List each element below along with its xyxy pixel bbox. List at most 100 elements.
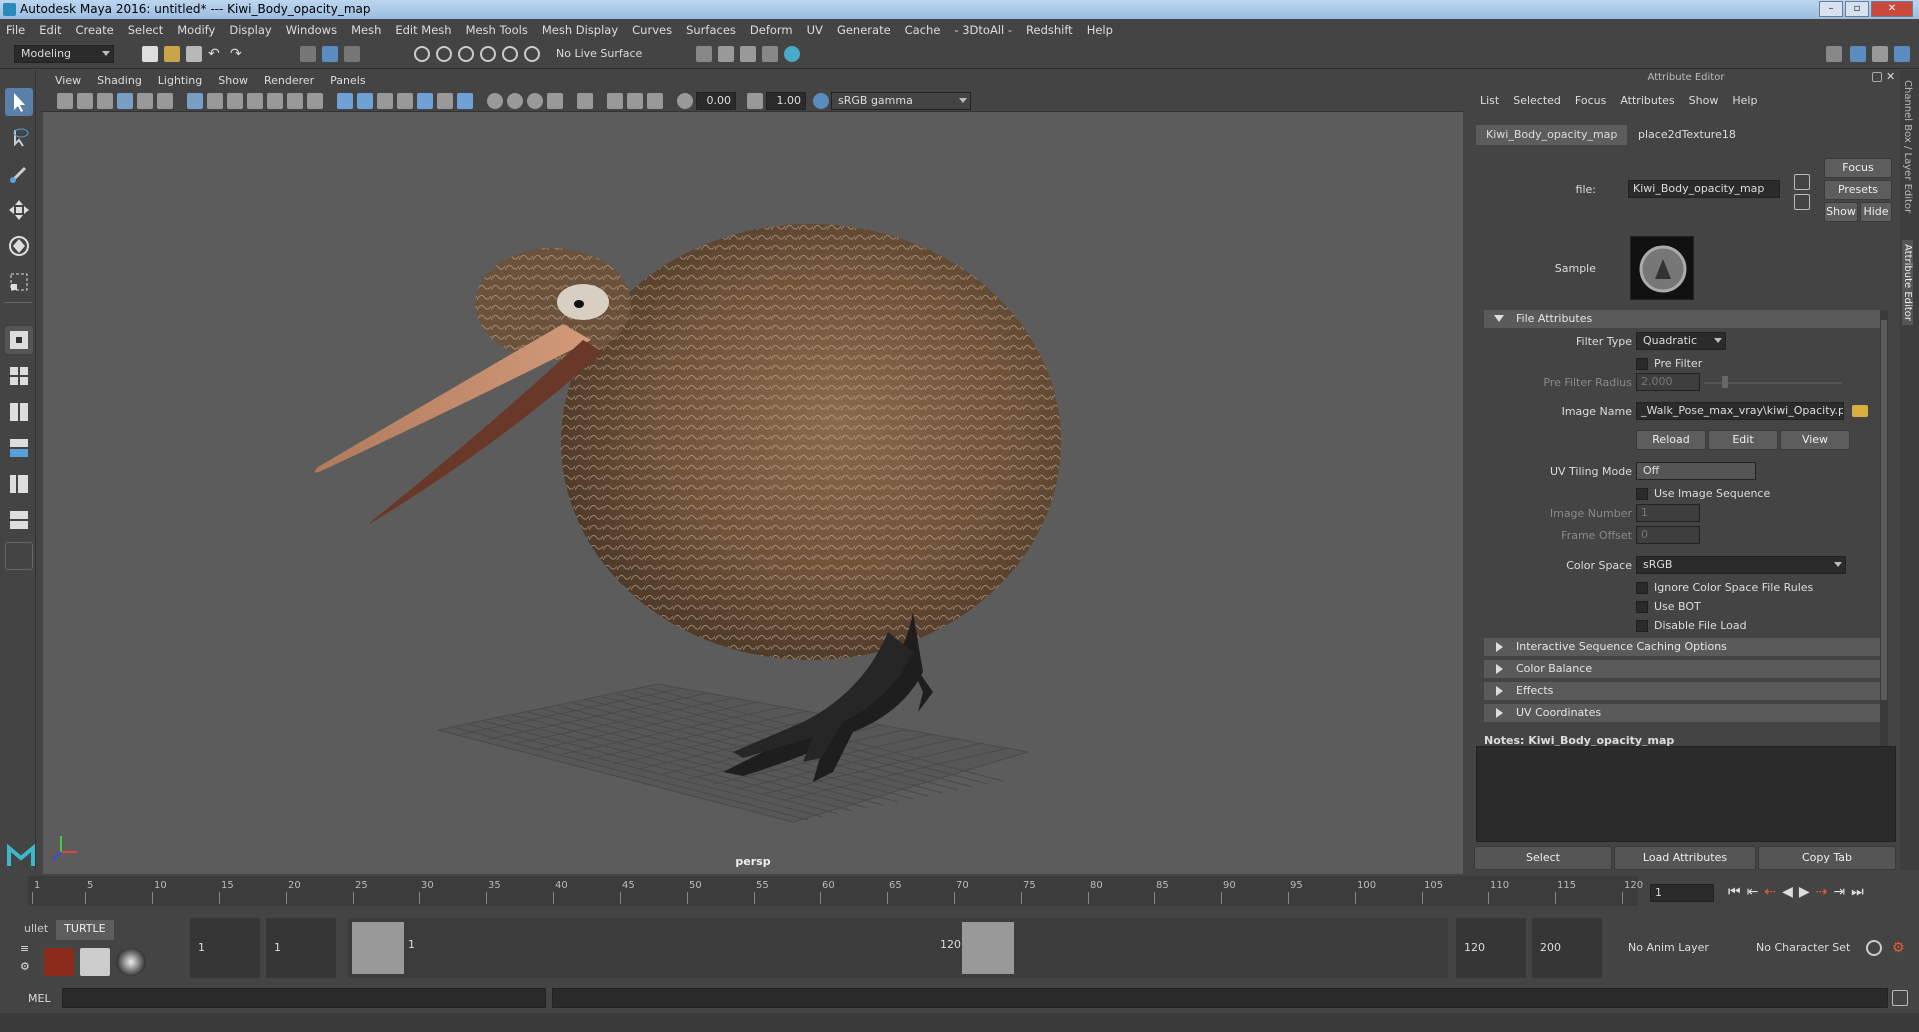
attribute-editor-toggle-icon[interactable] [1850, 46, 1866, 62]
redo-icon[interactable]: ↷ [230, 46, 246, 62]
reload-button[interactable]: Reload [1636, 430, 1706, 450]
two-d-pan-zoom-icon[interactable] [137, 93, 153, 109]
filter-type-dropdown[interactable]: Quadratic [1636, 332, 1726, 350]
section-effects[interactable]: Effects [1484, 682, 1886, 700]
uv-tiling-dropdown[interactable]: Off [1636, 462, 1756, 480]
grid-toggle-icon[interactable] [187, 93, 203, 109]
grease-pencil-icon[interactable] [157, 93, 173, 109]
ae-menu-attributes[interactable]: Attributes [1620, 94, 1674, 107]
frame-offset-field[interactable]: 0 [1636, 526, 1700, 544]
section-uv-coordinates[interactable]: UV Coordinates [1484, 704, 1886, 722]
color-management-icon[interactable] [813, 93, 829, 109]
snap-curve-icon[interactable] [436, 46, 452, 62]
close-panel-icon[interactable]: ✕ [1886, 70, 1895, 83]
pre-filter-checkbox[interactable] [1636, 358, 1648, 370]
menu-windows[interactable]: Windows [286, 23, 337, 37]
shelf-tab-bullet[interactable]: ullet [16, 920, 56, 940]
xray-icon[interactable] [607, 93, 623, 109]
panel-menu-panels[interactable]: Panels [330, 74, 365, 87]
select-component-icon[interactable] [344, 46, 360, 62]
camera-attributes-icon[interactable] [77, 93, 93, 109]
camera-select-icon[interactable] [57, 93, 73, 109]
select-button[interactable]: Select [1474, 846, 1612, 870]
current-frame-field[interactable]: 1 [1650, 884, 1714, 902]
turtle-sphere-icon[interactable] [116, 948, 146, 976]
single-pane-layout-icon[interactable] [5, 326, 33, 354]
panel-menu-shading[interactable]: Shading [97, 74, 142, 87]
ae-menu-list[interactable]: List [1480, 94, 1499, 107]
panel-menu-view[interactable]: View [55, 74, 81, 87]
use-image-sequence-checkbox[interactable] [1636, 488, 1648, 500]
depth-of-field-icon[interactable] [547, 93, 563, 109]
four-pane-layout-icon[interactable] [5, 362, 33, 390]
disable-file-load-checkbox[interactable] [1636, 620, 1648, 632]
tool-settings-icon[interactable] [1872, 46, 1888, 62]
menu-uv[interactable]: UV [807, 23, 823, 37]
section-color-balance[interactable]: Color Balance [1484, 660, 1886, 678]
film-gate-icon[interactable] [207, 93, 223, 109]
menu-mesh-tools[interactable]: Mesh Tools [466, 23, 528, 37]
shadows-icon[interactable] [457, 93, 473, 109]
menu-generate[interactable]: Generate [837, 23, 891, 37]
step-back-frame-icon[interactable]: ⇠ [1764, 884, 1776, 900]
edit-button[interactable]: Edit [1708, 430, 1778, 450]
hide-button[interactable]: Hide [1860, 202, 1892, 222]
notes-textarea[interactable] [1476, 746, 1896, 842]
character-set-dropdown[interactable]: No Character Set [1748, 918, 1858, 978]
animation-end-field[interactable]: 200 [1532, 918, 1602, 978]
maximize-button[interactable]: ▫ [1845, 1, 1869, 17]
ae-scrollbar-thumb[interactable] [1881, 320, 1887, 700]
folder-icon[interactable] [1852, 405, 1868, 417]
use-all-lights-icon[interactable] [437, 93, 453, 109]
select-hierarchy-icon[interactable] [300, 46, 316, 62]
snap-grid-icon[interactable] [414, 46, 430, 62]
menu-mesh[interactable]: Mesh [351, 23, 381, 37]
menu-mesh-display[interactable]: Mesh Display [542, 23, 618, 37]
time-slider-track[interactable]: 1 5 10 15 20 25 30 35 40 45 50 55 60 65 70 75 80 85 90 95 10… [28, 876, 1643, 906]
lasso-tool-icon[interactable] [5, 124, 33, 152]
panel-menu-renderer[interactable]: Renderer [264, 74, 314, 87]
playback-start-field[interactable]: 1 [266, 918, 336, 978]
live-surface-field[interactable]: No Live Surface [552, 46, 656, 64]
ae-scrollbar[interactable] [1880, 310, 1888, 790]
command-input[interactable] [62, 988, 546, 1008]
select-object-icon[interactable] [322, 46, 338, 62]
minimize-button[interactable]: – [1819, 1, 1843, 17]
select-tool-icon[interactable] [5, 88, 33, 116]
shelf-tab-turtle[interactable]: TURTLE [56, 920, 114, 940]
side-tab-channel-box[interactable]: Channel Box / Layer Editor [1902, 80, 1913, 213]
step-forward-frame-icon[interactable]: ⇢ [1816, 884, 1828, 900]
safe-title-icon[interactable] [307, 93, 323, 109]
ipr-render-icon[interactable] [740, 46, 756, 62]
two-pane-layout-icon[interactable] [5, 398, 33, 426]
hypershade-layout-icon[interactable] [5, 506, 33, 534]
snap-projected-icon[interactable] [480, 46, 496, 62]
script-editor-icon[interactable] [1892, 990, 1908, 1006]
step-back-key-icon[interactable]: ⇤ [1747, 884, 1759, 900]
ae-menu-focus[interactable]: Focus [1575, 94, 1606, 107]
open-scene-icon[interactable] [164, 46, 180, 62]
gamma-icon[interactable] [747, 93, 763, 109]
menu-3dtoall[interactable]: - 3DtoAll - [954, 23, 1012, 37]
tab-kiwi-body-opacity-map[interactable]: Kiwi_Body_opacity_map [1476, 125, 1628, 145]
outliner-layout-icon[interactable] [5, 470, 33, 498]
xray-joints-icon[interactable] [647, 93, 663, 109]
menu-deform[interactable]: Deform [750, 23, 793, 37]
turtle-render-icon[interactable] [44, 948, 74, 976]
motion-blur-icon[interactable] [507, 93, 523, 109]
resolution-gate-icon[interactable] [227, 93, 243, 109]
animation-preferences-icon[interactable]: ⚙ [1892, 940, 1908, 956]
play-backwards-icon[interactable]: ◀ [1782, 884, 1793, 900]
mode-dropdown[interactable]: Modeling [14, 45, 114, 63]
graph-layout-icon[interactable] [5, 434, 33, 462]
snap-point-icon[interactable] [458, 46, 474, 62]
menu-surfaces[interactable]: Surfaces [686, 23, 736, 37]
anim-layer-dropdown[interactable]: No Anim Layer [1620, 918, 1730, 978]
bookmark-icon[interactable] [97, 93, 113, 109]
exposure-icon[interactable] [677, 93, 693, 109]
playback-end-field[interactable]: 120 [1456, 918, 1526, 978]
animation-start-field[interactable]: 1 [190, 918, 260, 978]
float-panel-icon[interactable] [1872, 72, 1882, 82]
close-button[interactable]: ✕ [1871, 1, 1913, 17]
pre-filter-radius-field[interactable]: 2.000 [1636, 373, 1700, 391]
